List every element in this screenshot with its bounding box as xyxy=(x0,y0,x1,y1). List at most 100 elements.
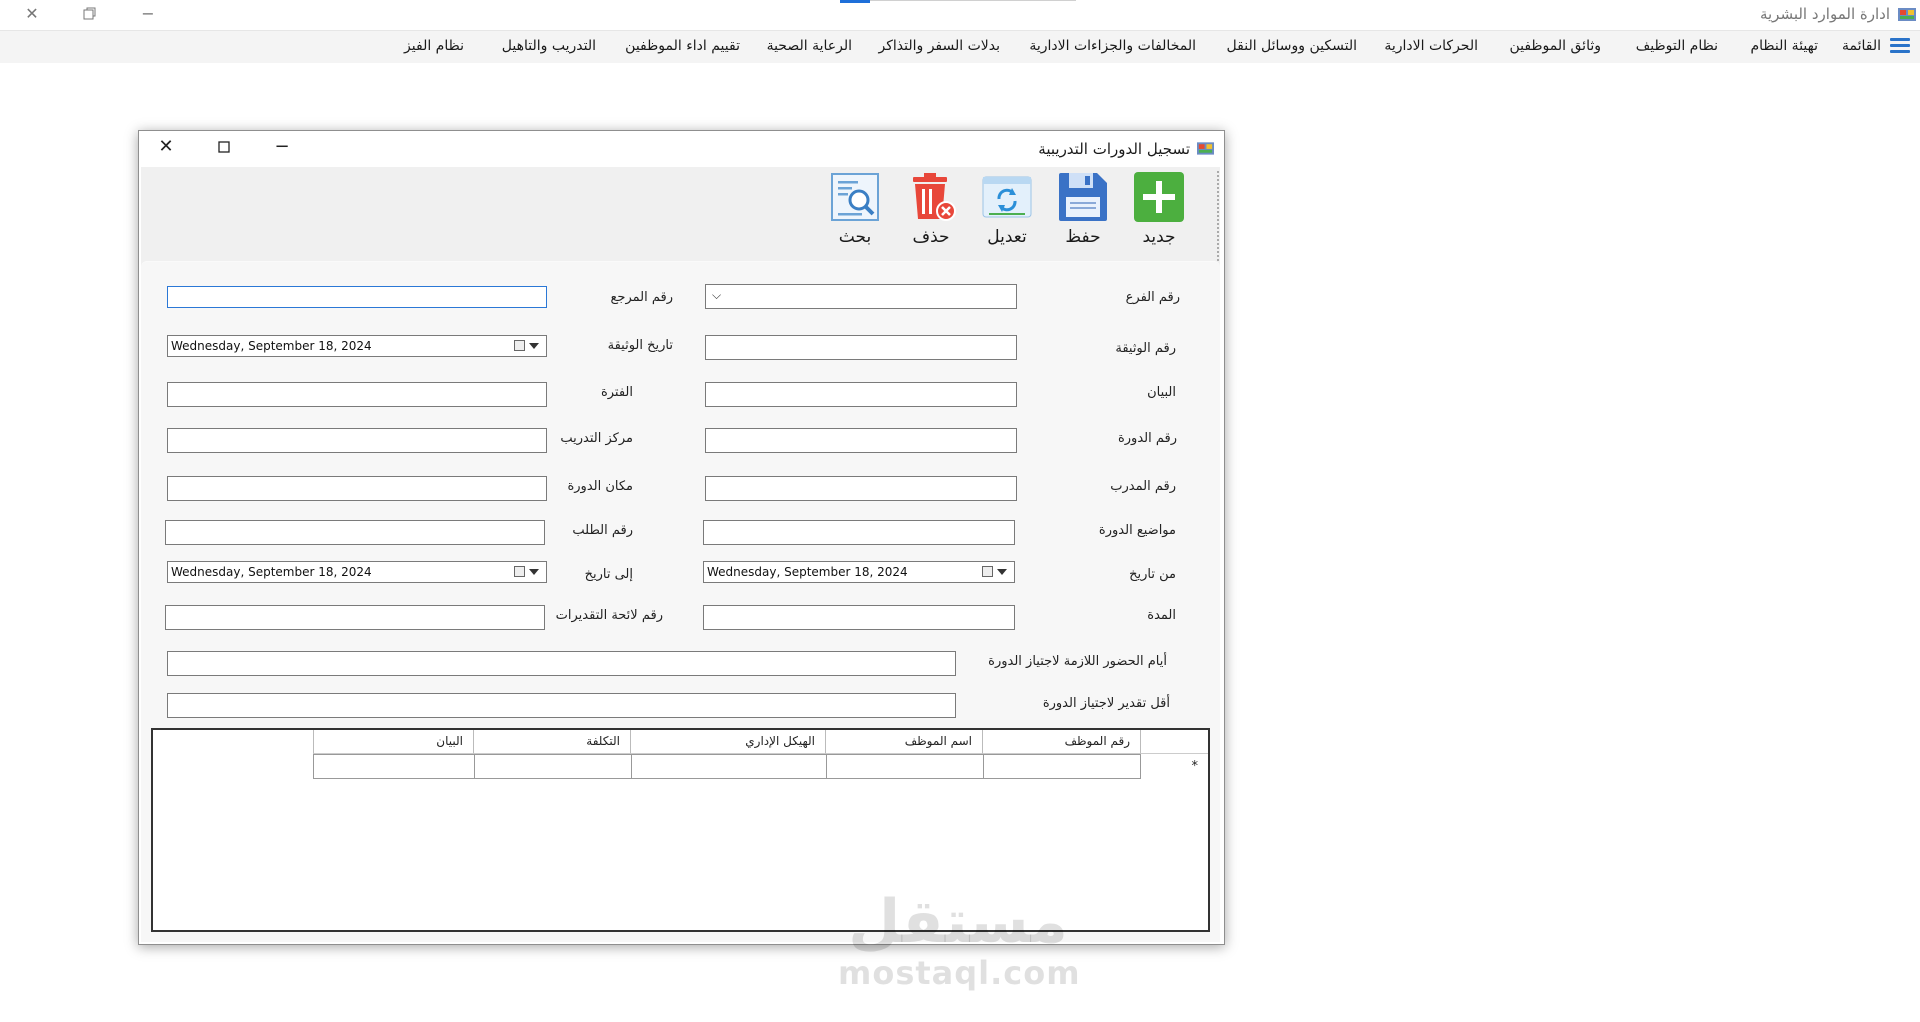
calendar-dropdown-icon[interactable] xyxy=(982,564,1010,580)
trainer-no-input[interactable] xyxy=(705,476,1017,501)
calendar-dropdown-icon[interactable] xyxy=(514,338,542,354)
grid-col-cost[interactable]: التكلفة xyxy=(474,730,631,754)
grid-cell-cost[interactable] xyxy=(474,754,632,779)
new-button[interactable]: جديد xyxy=(1129,171,1189,247)
document-no-input[interactable] xyxy=(705,335,1017,360)
min-grade-label: أقل تقدير لاجتياز الدورة xyxy=(1042,696,1170,711)
menu-item-visas[interactable]: نظام الفيز xyxy=(404,38,464,54)
save-button[interactable]: حفظ xyxy=(1053,171,1113,247)
from-date-value: Wednesday, September 18, 2024 xyxy=(707,565,908,579)
grid-cell-employee-name[interactable] xyxy=(826,754,984,779)
duration-input[interactable] xyxy=(703,605,1015,630)
child-titlebar: ✕ − تسجيل الدورات التدريبية xyxy=(139,131,1224,163)
app-logo-icon xyxy=(1898,8,1916,21)
course-topics-label: مواضيع الدورة xyxy=(1098,523,1176,538)
grid-col-org-structure[interactable]: الهيكل الإداري xyxy=(631,730,826,754)
app-minimize-icon[interactable]: − xyxy=(133,3,163,25)
search-icon xyxy=(831,173,879,221)
app-restore-icon[interactable] xyxy=(75,3,105,25)
grid-cell-org-structure[interactable] xyxy=(631,754,827,779)
delete-button[interactable]: حذف xyxy=(901,171,961,247)
watermark-latin: mostaql.com xyxy=(838,954,1081,992)
watermark-arabic: مستقل xyxy=(848,887,1068,957)
active-tab-indicator xyxy=(840,0,870,3)
grid-cell-statement[interactable] xyxy=(313,754,475,779)
document-date-value: Wednesday, September 18, 2024 xyxy=(171,339,372,353)
document-date-picker[interactable]: Wednesday, September 18, 2024 xyxy=(167,335,547,357)
refresh-edit-icon xyxy=(982,176,1032,218)
min-grade-input[interactable] xyxy=(167,693,956,718)
grid-col-employee-no[interactable]: رقم الموظف xyxy=(983,730,1141,754)
attendance-days-input[interactable] xyxy=(167,651,956,676)
app-close-icon[interactable]: ✕ xyxy=(17,3,47,25)
menu-item-admin-movements[interactable]: الحركات الادارية xyxy=(1384,38,1478,54)
window-title: تسجيل الدورات التدريبية xyxy=(1038,140,1190,158)
course-place-input[interactable] xyxy=(167,476,547,501)
menu-item-travel-allowances[interactable]: بدلات السفر والتذاكر xyxy=(878,38,1000,54)
trainer-no-label: رقم المدرب xyxy=(1110,479,1176,494)
training-courses-window: ✕ − تسجيل الدورات التدريبية جديد حفظ تعد… xyxy=(138,130,1225,945)
window-minimize-icon[interactable]: − xyxy=(268,136,296,158)
request-no-input[interactable] xyxy=(165,520,545,545)
to-date-picker[interactable]: Wednesday, September 18, 2024 xyxy=(167,561,547,583)
window-close-icon[interactable]: ✕ xyxy=(152,136,180,158)
save-button-label: حفظ xyxy=(1065,227,1101,247)
document-no-label: رقم الوثيقة xyxy=(1115,341,1176,356)
grades-list-no-input[interactable] xyxy=(165,605,545,630)
menu-item-housing-transport[interactable]: التسكين ووسائل النقل xyxy=(1227,38,1357,54)
statement-input[interactable] xyxy=(705,382,1017,407)
request-no-label: رقم الطلب xyxy=(572,523,633,538)
new-button-label: جديد xyxy=(1142,227,1176,247)
menu-item-recruitment[interactable]: نظام التوظيف xyxy=(1636,38,1718,54)
window-maximize-icon[interactable] xyxy=(210,136,238,158)
to-date-value: Wednesday, September 18, 2024 xyxy=(171,565,372,579)
branch-no-label: رقم الفرع xyxy=(1125,290,1180,305)
edit-button[interactable]: تعديل xyxy=(977,171,1037,247)
period-input[interactable] xyxy=(167,382,547,407)
menu-item-employee-documents[interactable]: وثائق الموظفين xyxy=(1509,38,1601,54)
hamburger-menu-icon[interactable] xyxy=(1890,38,1910,56)
training-center-input[interactable] xyxy=(167,428,547,453)
menu-item-health-care[interactable]: الرعاية الصحية xyxy=(767,38,852,54)
grid-cell-employee-no[interactable] xyxy=(983,754,1141,779)
toolbar-grip[interactable] xyxy=(1217,171,1219,261)
from-date-picker[interactable]: Wednesday, September 18, 2024 xyxy=(703,561,1015,583)
reference-no-input[interactable] xyxy=(167,286,547,308)
to-date-label: إلى تاريخ xyxy=(584,567,633,582)
add-icon xyxy=(1134,172,1184,222)
tab-strip-line xyxy=(870,0,1076,1)
course-no-input[interactable] xyxy=(705,428,1017,453)
menu-item-main[interactable]: القائمة xyxy=(1842,38,1881,54)
course-place-label: مكان الدورة xyxy=(567,479,633,494)
trash-icon xyxy=(913,173,956,221)
menu-bar: القائمة تهيئة النظام نظام التوظيف وثائق … xyxy=(0,30,1920,63)
search-button-label: بحث xyxy=(838,227,872,247)
watermark: مستقل mostaql.com xyxy=(838,887,1081,992)
menu-item-training[interactable]: التدريب والتاهيل xyxy=(502,38,596,54)
course-topics-input[interactable] xyxy=(703,520,1015,545)
attendance-days-label: أيام الحضور اللازمة لاجتياز الدورة xyxy=(988,654,1167,669)
duration-label: المدة xyxy=(1147,608,1176,623)
chevron-down-icon[interactable]: ⌵ xyxy=(712,288,721,303)
branch-no-combobox[interactable]: ⌵ xyxy=(705,284,1017,309)
grid-col-employee-name[interactable]: اسم الموظف xyxy=(826,730,983,754)
statement-label: البيان xyxy=(1147,385,1176,400)
training-center-label: مركز التدريب xyxy=(560,431,633,446)
app-title: ادارة الموارد البشرية xyxy=(1759,5,1890,23)
course-no-label: رقم الدورة xyxy=(1117,431,1177,446)
from-date-label: من تاريخ xyxy=(1129,567,1176,582)
grid-col-statement[interactable]: البيان xyxy=(313,730,474,754)
floppy-disk-icon xyxy=(1059,173,1107,221)
calendar-dropdown-icon[interactable] xyxy=(514,564,542,580)
new-row-marker: * xyxy=(1191,759,1199,774)
delete-button-label: حذف xyxy=(912,227,950,247)
menu-item-violations-penalties[interactable]: المخالفات والجزاءات الادارية xyxy=(1029,38,1196,54)
search-button[interactable]: بحث xyxy=(825,171,885,247)
menu-item-system-setup[interactable]: تهيئة النظام xyxy=(1750,38,1818,54)
menu-item-performance[interactable]: تقييم اداء الموظفين xyxy=(625,38,740,54)
app-titlebar: ✕ − ادارة الموارد البشرية xyxy=(0,0,1920,29)
period-label: الفترة xyxy=(600,385,633,400)
document-date-label: تاريخ الوثيقة xyxy=(607,338,673,353)
grid-row-header-corner xyxy=(1141,730,1208,754)
reference-no-label: رقم المرجع xyxy=(610,290,674,305)
